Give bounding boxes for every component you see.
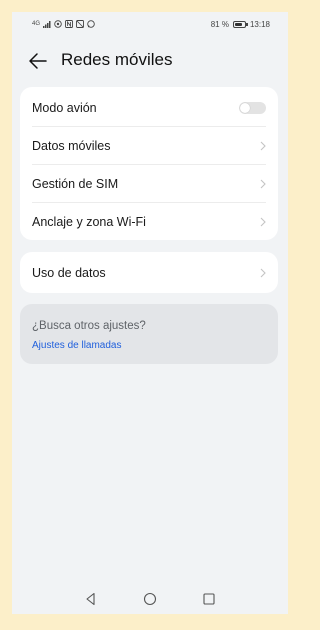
navigation-bar [12,586,288,614]
recents-square-icon[interactable] [202,592,216,606]
phone-screen: 4G 81 % 13:18 Redes móviles Modo avión D… [12,12,288,614]
page-title: Redes móviles [61,50,173,69]
chevron-right-icon [260,141,266,150]
hotspot-icon [54,20,62,28]
call-settings-link[interactable]: Ajustes de llamadas [32,340,122,351]
airplane-mode-toggle[interactable] [239,101,266,114]
battery-percent: 81 % [210,20,229,29]
suggestion-question: ¿Busca otros ajustes? [32,320,146,332]
status-bar: 4G 81 % 13:18 [12,12,288,38]
battery-level-fill [234,23,242,26]
settings-item-airplane-mode[interactable]: Modo avión [32,89,266,127]
settings-item-label: Uso de datos [32,265,106,280]
back-triangle-icon[interactable] [84,592,98,606]
data-usage-card: Uso de datos [20,252,278,293]
settings-item-label: Gestión de SIM [32,176,119,191]
network-type-label: 4G [32,21,41,27]
suggestion-card: ¿Busca otros ajustes? Ajustes de llamada… [20,304,278,364]
status-icons-left: 4G [32,20,95,28]
status-icons-right: 81 % 13:18 [211,20,270,29]
settings-item-data-usage[interactable]: Uso de datos [32,252,266,293]
settings-item-sim-management[interactable]: Gestión de SIM [32,165,266,203]
signal-icon [43,20,51,28]
arrow-left-icon[interactable] [28,51,48,71]
settings-item-tethering-hotspot[interactable]: Anclaje y zona Wi-Fi [32,203,266,240]
mute-icon [76,20,84,28]
settings-item-label: Anclaje y zona Wi-Fi [32,214,146,229]
whatsapp-icon [87,20,95,28]
clock: 13:18 [249,20,270,29]
home-circle-icon[interactable] [143,592,157,606]
settings-item-mobile-data[interactable]: Datos móviles [32,127,266,165]
chevron-right-icon [260,179,266,188]
toggle-knob [240,102,250,113]
chevron-right-icon [260,217,266,226]
settings-item-label: Datos móviles [32,138,111,153]
app-header: Redes móviles [12,46,288,76]
battery-icon [232,21,248,28]
settings-card: Modo avión Datos móviles Gestión de SIM … [20,87,278,240]
chevron-right-icon [260,268,266,277]
nfc-icon [65,20,73,28]
settings-item-label: Modo avión [32,100,97,115]
